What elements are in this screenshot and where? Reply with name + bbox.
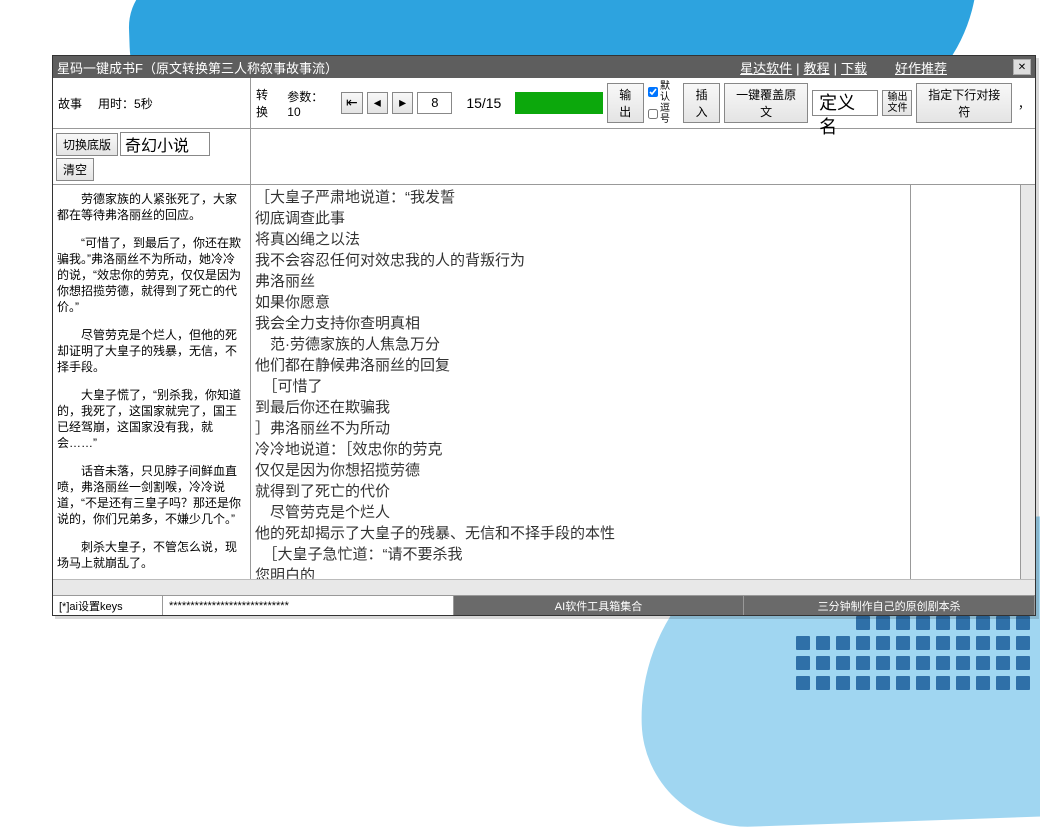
define-name-input[interactable]: 定义名 (812, 90, 878, 116)
scrollbar-v[interactable] (1021, 185, 1035, 579)
output-line[interactable]: 冷冷地说道：［效忠你的劳克 (255, 439, 906, 460)
page-number[interactable]: 8 (417, 92, 452, 114)
opt-comma[interactable]: 逗号 (648, 103, 679, 125)
opt-default[interactable]: 默认 (648, 81, 679, 103)
prev-page-button[interactable]: ◂ (367, 92, 388, 114)
story-label: 故事 (56, 95, 84, 112)
source-paragraph: 劳德家族的人紧张死了，大家都在等待弗洛丽丝的回应。 (57, 191, 246, 223)
link-software[interactable]: 星达软件 (740, 61, 792, 76)
param-label: 参数：10 (285, 88, 337, 119)
progress-indicator (515, 92, 602, 114)
output-line[interactable]: 如果你愿意 (255, 292, 906, 313)
output-line[interactable]: 您明白的 (255, 565, 906, 579)
overwrite-button[interactable]: 一键覆盖原文 (724, 83, 808, 123)
first-page-button[interactable]: ⇤ (341, 92, 362, 114)
stars-cell: **************************** (163, 596, 454, 615)
clear-button[interactable]: 清空 (56, 158, 94, 181)
link-tutorial[interactable]: 教程 (804, 61, 830, 76)
title-bar: 星码一键成书F（原文转换第三人称叙事故事流） 星达软件|教程|下载 好作推荐 ✕ (53, 56, 1035, 78)
link-recommend[interactable]: 好作推荐 (895, 58, 947, 77)
output-line[interactable]: 他们都在静候弗洛丽丝的回复 (255, 355, 906, 376)
status-bar: [*]ai设置keys ****************************… (53, 595, 1035, 615)
output-line[interactable]: 就得到了死亡的代价 (255, 481, 906, 502)
export-file-button[interactable]: 输出 文件 (882, 90, 912, 116)
output-line[interactable]: 他的死却揭示了大皇子的残暴、无信和不择手段的本性 (255, 523, 906, 544)
output-line[interactable]: 彻底调查此事 (255, 208, 906, 229)
output-line[interactable]: 弗洛丽丝 (255, 271, 906, 292)
source-paragraph: 大皇子慌了，“别杀我，你知道的，我死了，这国家就完了，国王已经驾崩，这国家没有我… (57, 387, 246, 451)
ai-keys-cell[interactable]: [*]ai设置keys (53, 596, 163, 615)
output-line[interactable]: 尽管劳克是个烂人 (255, 502, 906, 523)
output-line[interactable]: ］弗洛丽丝不为所动 (255, 418, 906, 439)
output-line[interactable]: 我会全力支持你查明真相 (255, 313, 906, 334)
genre-input[interactable] (120, 132, 210, 156)
source-text-pane[interactable]: 劳德家族的人紧张死了，大家都在等待弗洛丽丝的回应。 “可惜了，到最后了，你还在欺骗… (53, 185, 251, 579)
source-paragraph: 话音未落，只见脖子间鲜血直喷，弗洛丽丝一剑割喉，冷冷说道，“不是还有三皇子吗？那… (57, 463, 246, 527)
convert-label: 转换 (254, 86, 281, 120)
time-label: 用时：5秒 (96, 95, 155, 112)
output-line[interactable]: 我不会容忍任何对效忠我的人的背叛行为 (255, 250, 906, 271)
next-page-button[interactable]: ▸ (392, 92, 413, 114)
insert-button[interactable]: 插入 (683, 83, 720, 123)
window-title: 星码一键成书F（原文转换第三人称叙事故事流） (57, 58, 338, 77)
output-line[interactable]: 仅仅是因为你想招揽劳德 (255, 460, 906, 481)
link-download[interactable]: 下载 (841, 61, 867, 76)
side-pane (911, 185, 1021, 579)
make-script-button[interactable]: 三分钟制作自己的原创剧本杀 (744, 596, 1035, 615)
switch-bottom-button[interactable]: 切换底版 (56, 133, 118, 156)
page-total: 15/15 (456, 95, 511, 111)
output-line[interactable]: ［可惜了 (255, 376, 906, 397)
output-line[interactable]: ［大皇子严肃地说道：“我发誓 (255, 187, 906, 208)
source-paragraph: 尽管劳克是个烂人，但他的死却证明了大皇子的残暴，无信，不择手段。 (57, 327, 246, 375)
decorative-dots (796, 616, 1030, 690)
output-line[interactable]: 将真凶绳之以法 (255, 229, 906, 250)
app-window: 星码一键成书F（原文转换第三人称叙事故事流） 星达软件|教程|下载 好作推荐 ✕… (52, 55, 1036, 616)
output-button[interactable]: 输出 (607, 83, 644, 123)
output-line[interactable]: 范·劳德家族的人焦急万分 (255, 334, 906, 355)
align-next-button[interactable]: 指定下行对接符 (916, 83, 1011, 123)
ai-tools-button[interactable]: AI软件工具箱集合 (454, 596, 745, 615)
output-line[interactable]: ［大皇子急忙道：“请不要杀我 (255, 544, 906, 565)
output-lines-pane[interactable]: ［大皇子严肃地说道：“我发誓彻底调查此事将真凶绳之以法我不会容忍任何对效忠我的人… (251, 185, 911, 579)
output-line[interactable]: 到最后你还在欺骗我 (255, 397, 906, 418)
source-paragraph: “可惜了，到最后了，你还在欺骗我。”弗洛丽丝不为所动，她冷冷的说，“效忠你的劳克… (57, 235, 246, 315)
close-button[interactable]: ✕ (1013, 59, 1031, 75)
source-paragraph: 刺杀大皇子，不管怎么说，现场马上就崩乱了。 (57, 539, 246, 571)
scrollbar-h[interactable] (53, 579, 1035, 595)
